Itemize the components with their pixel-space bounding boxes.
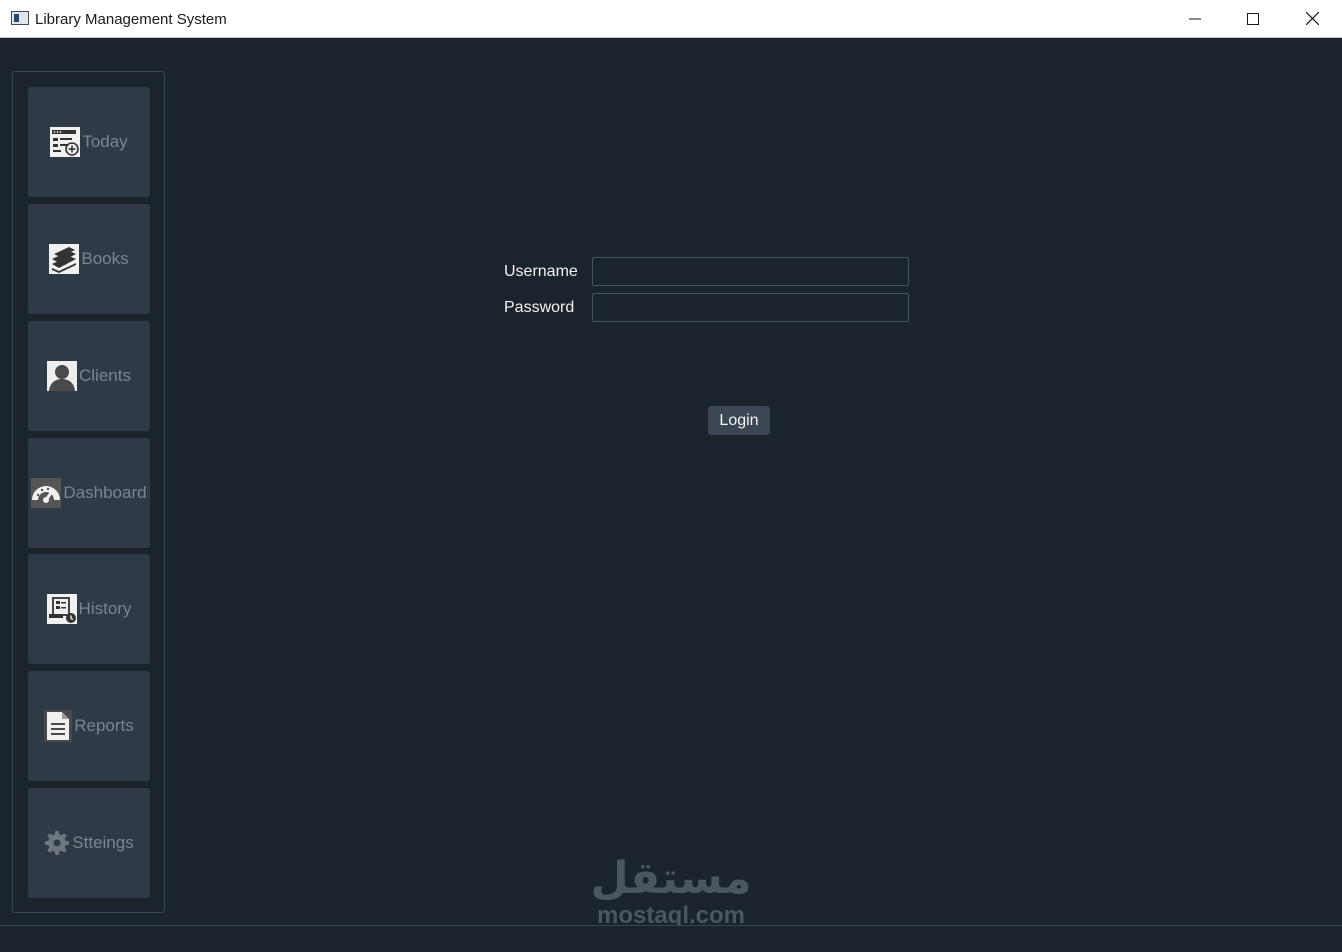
window-title: Library Management System xyxy=(35,11,227,28)
minimize-button[interactable] xyxy=(1166,0,1224,37)
sidebar-item-reports[interactable]: Reports xyxy=(28,671,150,781)
sidebar-item-label: Dashboard xyxy=(63,483,147,502)
title-bar: Library Management System xyxy=(0,0,1342,38)
books-icon xyxy=(49,244,80,274)
sidebar-item-history[interactable]: History xyxy=(28,554,150,664)
sidebar: Today Books Clients Dashboard History Re… xyxy=(12,71,165,913)
sidebar-item-label: History xyxy=(78,599,132,618)
document-icon xyxy=(44,710,73,742)
password-input[interactable] xyxy=(592,293,909,322)
sidebar-item-label: Stteings xyxy=(72,833,134,852)
username-input[interactable] xyxy=(592,257,909,286)
sidebar-item-label: Reports xyxy=(74,716,134,735)
sidebar-item-settings[interactable]: Stteings xyxy=(28,788,150,898)
history-icon xyxy=(46,594,77,624)
sidebar-item-clients[interactable]: Clients xyxy=(28,321,150,431)
app-icon xyxy=(11,11,29,25)
watermark-arabic: مستقل xyxy=(590,853,752,904)
calendar-add-icon xyxy=(50,127,81,157)
sidebar-item-today[interactable]: Today xyxy=(28,87,150,197)
minimize-icon xyxy=(1189,18,1201,19)
sidebar-item-books[interactable]: Books xyxy=(28,204,150,314)
status-bar xyxy=(0,925,1342,952)
sidebar-item-label: Books xyxy=(81,249,129,268)
user-icon xyxy=(47,361,78,391)
close-icon xyxy=(1305,12,1319,25)
sidebar-item-label: Today xyxy=(82,132,128,151)
gear-icon xyxy=(44,830,70,856)
sidebar-item-dashboard[interactable]: Dashboard xyxy=(28,438,150,548)
watermark-logo: مستقل mostaql.com xyxy=(588,855,754,935)
close-button[interactable] xyxy=(1283,0,1341,37)
sidebar-item-label: Clients xyxy=(79,366,131,385)
login-button[interactable]: Login xyxy=(708,406,770,435)
password-label: Password xyxy=(504,299,575,316)
maximize-button[interactable] xyxy=(1224,0,1282,37)
gauge-icon xyxy=(31,478,62,508)
maximize-icon xyxy=(1247,12,1259,25)
username-label: Username xyxy=(504,263,578,280)
